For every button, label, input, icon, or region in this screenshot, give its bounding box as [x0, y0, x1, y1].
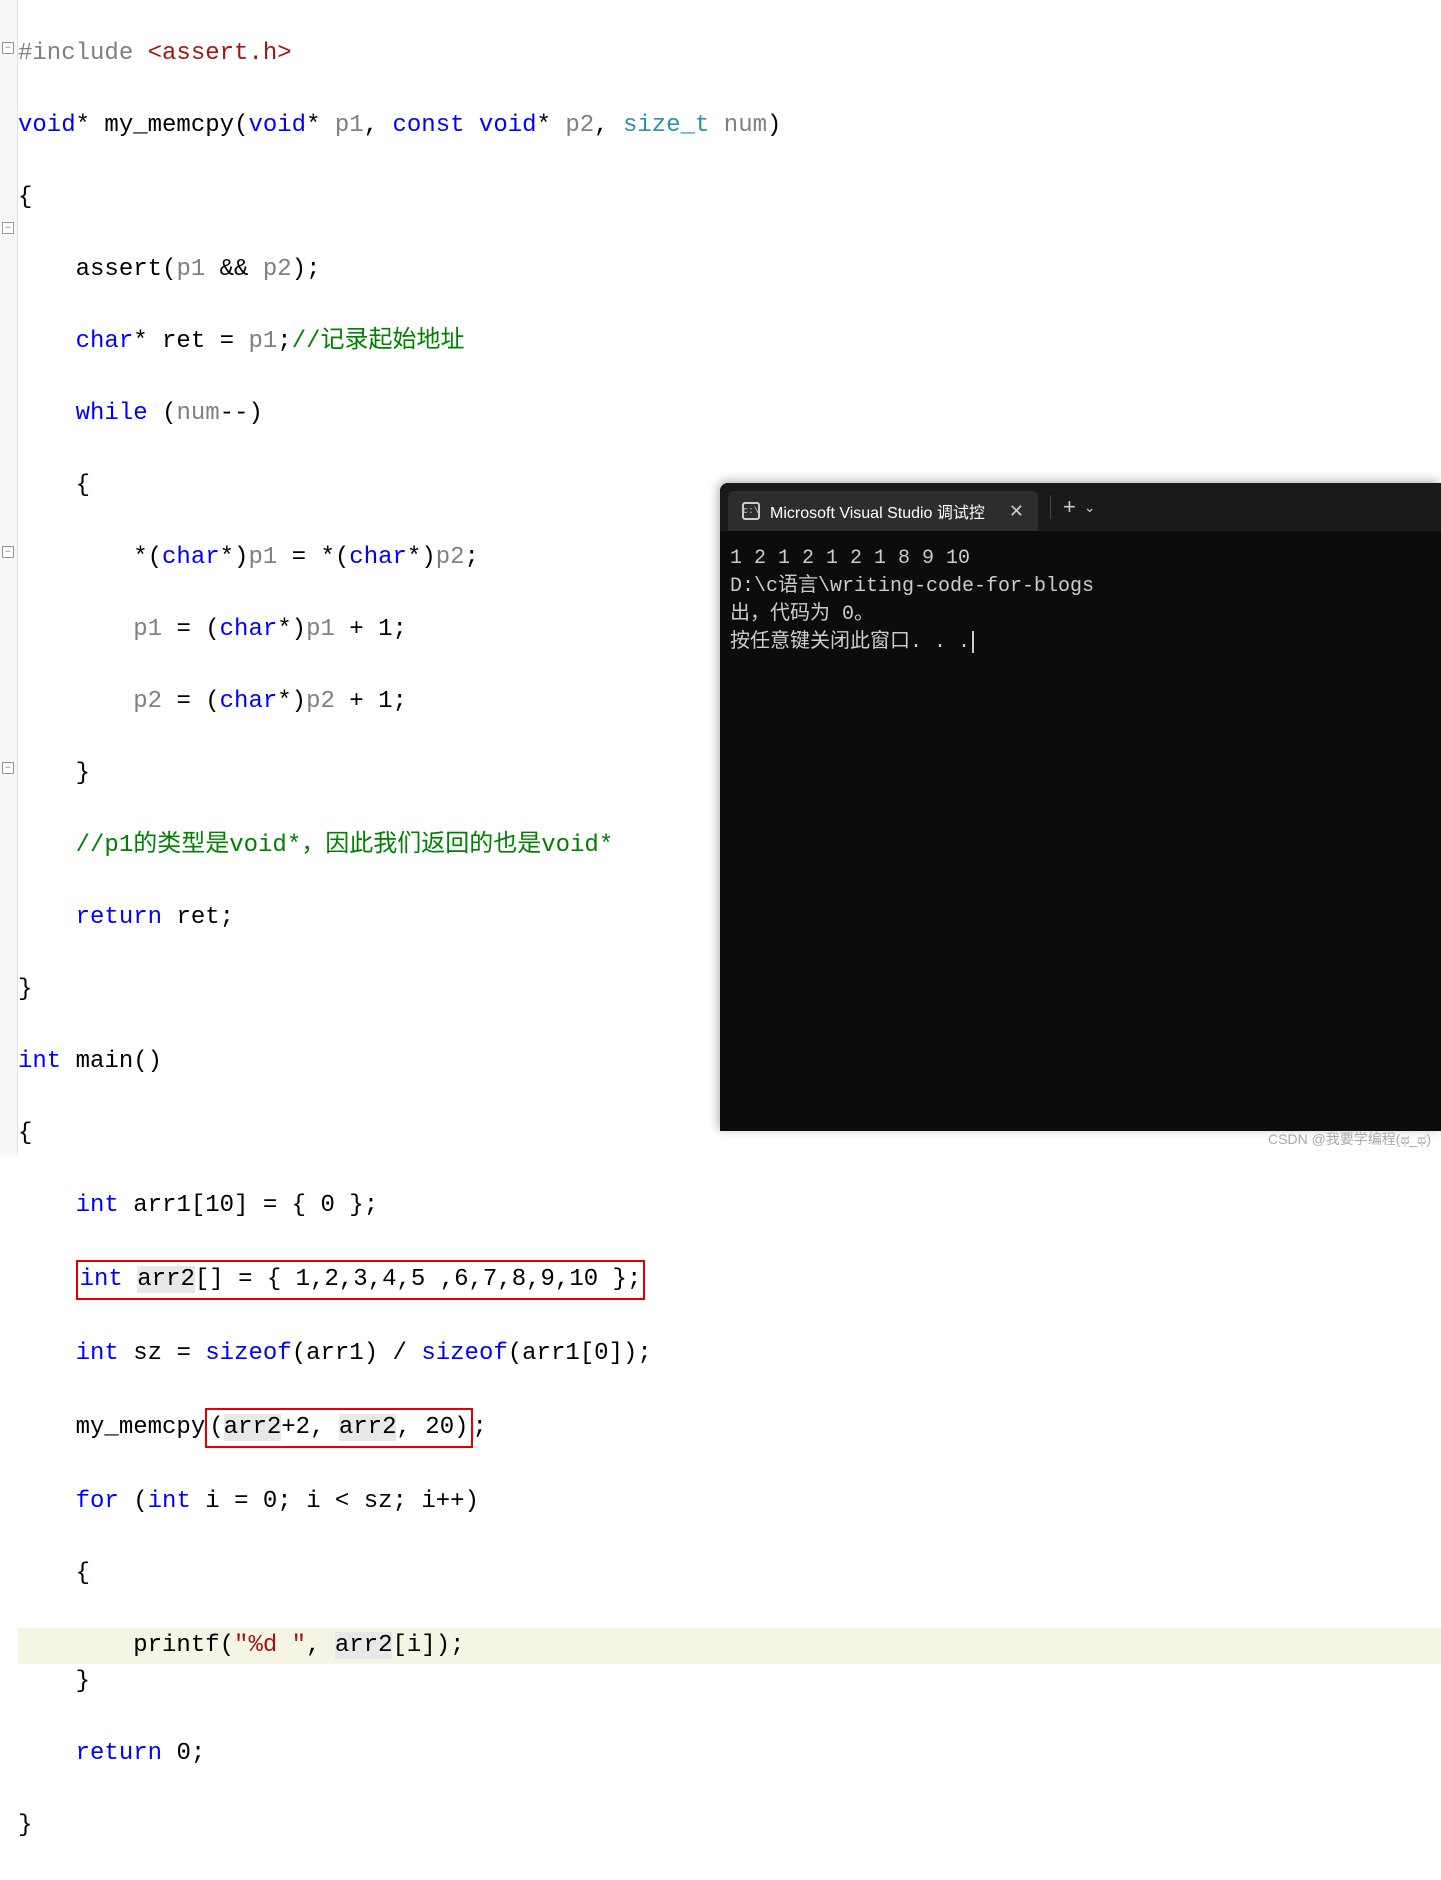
var-sz: sz [364, 1488, 393, 1515]
function-main: main [76, 1048, 134, 1075]
keyword-int: int [76, 1340, 119, 1367]
keyword-void: void [479, 112, 537, 139]
var-i: i [306, 1488, 320, 1515]
keyword-void: void [248, 112, 306, 139]
plus2: +2 [281, 1414, 310, 1441]
brace-close: } [76, 760, 90, 787]
lt: < [335, 1488, 349, 1515]
output-line: D:\c语言\writing-code-for-blogs [730, 575, 1094, 598]
cast-char: char [220, 616, 278, 643]
arr1: arr1 [306, 1340, 364, 1367]
format-string: "%d " [234, 1632, 306, 1659]
keyword-void: void [18, 112, 76, 139]
new-tab-button[interactable]: + [1063, 494, 1076, 520]
var-p2: p2 [306, 688, 335, 715]
increment: ++ [436, 1488, 465, 1515]
var-p1: p1 [248, 328, 277, 355]
keyword-char: char [76, 328, 134, 355]
var-ret: ret [176, 904, 219, 931]
literal-one: 1 [378, 616, 392, 643]
keyword-while: while [76, 400, 148, 427]
terminal-icon: c:\ [742, 502, 760, 520]
cast-char: char [162, 544, 220, 571]
highlight-box-memcpy-args: (arr2+2, arr2, 20) [205, 1408, 472, 1448]
watermark: CSDN @我要学编程(ಥ_ಥ) [1268, 1129, 1431, 1149]
brace-open: { [18, 1120, 32, 1147]
arr2: arr2 [335, 1632, 393, 1659]
chevron-down-icon[interactable]: ⌄ [1084, 499, 1096, 516]
terminal-output[interactable]: 1 2 1 2 1 2 1 8 9 10 D:\c语言\writing-code… [720, 531, 1441, 671]
brace-open: { [18, 184, 32, 211]
var-i: i [205, 1488, 219, 1515]
and-operator: && [220, 256, 249, 283]
brace-close: } [18, 1812, 32, 1839]
param-p2: p2 [565, 112, 594, 139]
param-num: num [724, 112, 767, 139]
terminal-window: c:\ Microsoft Visual Studio 调试控 ✕ + ⌄ 1 … [720, 483, 1441, 1131]
param-p1: p1 [335, 112, 364, 139]
var-p1: p1 [248, 544, 277, 571]
close-icon[interactable]: ✕ [1009, 501, 1024, 522]
arr2-name: arr2 [137, 1266, 195, 1293]
arr2: arr2 [339, 1414, 397, 1441]
decrement: -- [220, 400, 249, 427]
brace-open: { [76, 1560, 90, 1587]
var-sz: sz [133, 1340, 162, 1367]
var-i: i [421, 1488, 435, 1515]
keyword-return: return [76, 904, 162, 931]
terminal-cursor [972, 631, 974, 653]
printf-call: printf [133, 1632, 219, 1659]
keyword-int: int [80, 1266, 123, 1293]
terminal-tab[interactable]: c:\ Microsoft Visual Studio 调试控 ✕ [728, 491, 1038, 531]
brace-close: } [18, 976, 32, 1003]
keyword-int: int [76, 1192, 119, 1219]
output-line: 出，代码为 0。 [730, 603, 874, 626]
literal-0: 0 [263, 1488, 277, 1515]
var-ret: ret [162, 328, 205, 355]
terminal-tab-title: Microsoft Visual Studio 调试控 [770, 499, 985, 523]
divider [1050, 495, 1051, 519]
arr1-initializer: { 0 } [292, 1192, 364, 1219]
literal-0: 0 [176, 1740, 190, 1767]
cast-char: char [220, 688, 278, 715]
assert-call: assert [76, 256, 162, 283]
output-line: 1 2 1 2 1 2 1 8 9 10 [730, 547, 970, 570]
brace-open: { [76, 472, 90, 499]
terminal-titlebar: c:\ Microsoft Visual Studio 调试控 ✕ + ⌄ [720, 483, 1441, 531]
var-p1: p1 [133, 616, 162, 643]
var-p2: p2 [436, 544, 465, 571]
comment: //记录起始地址 [292, 328, 465, 355]
equals: = [220, 328, 234, 355]
arr2-initializer: { 1,2,3,4,5 ,6,7,8,9,10 } [267, 1266, 627, 1293]
keyword-for: for [76, 1488, 119, 1515]
var-p1: p1 [176, 256, 205, 283]
highlight-box-arr2-decl: int arr2[] = { 1,2,3,4,5 ,6,7,8,9,10 }; [76, 1260, 646, 1300]
arr2: arr2 [224, 1414, 282, 1441]
keyword-const: const [393, 112, 465, 139]
function-name: my_memcpy [104, 112, 234, 139]
semicolon: ; [306, 256, 320, 283]
keyword-int: int [18, 1048, 61, 1075]
output-line: 按任意键关闭此窗口. . . [730, 631, 970, 654]
include-filename: <assert.h> [148, 40, 292, 67]
var-p2: p2 [263, 256, 292, 283]
keyword-sizeof: sizeof [421, 1340, 507, 1367]
arr1-declaration: arr1[10] [133, 1192, 248, 1219]
literal-one: 1 [378, 688, 392, 715]
arr1-sub0: arr1[0] [522, 1340, 623, 1367]
cast-char: char [349, 544, 407, 571]
keyword-int: int [148, 1488, 191, 1515]
brace-close: } [76, 1668, 90, 1695]
preprocessor: #include [18, 40, 133, 67]
type-sizet: size_t [623, 112, 709, 139]
var-num: num [176, 400, 219, 427]
keyword-sizeof: sizeof [205, 1340, 291, 1367]
memcpy-call: my_memcpy [76, 1414, 206, 1441]
literal-20: 20 [425, 1414, 454, 1441]
var-p2: p2 [133, 688, 162, 715]
comment: //p1的类型是void*，因此我们返回的也是void* [76, 832, 614, 859]
keyword-return: return [76, 1740, 162, 1767]
var-p1: p1 [306, 616, 335, 643]
